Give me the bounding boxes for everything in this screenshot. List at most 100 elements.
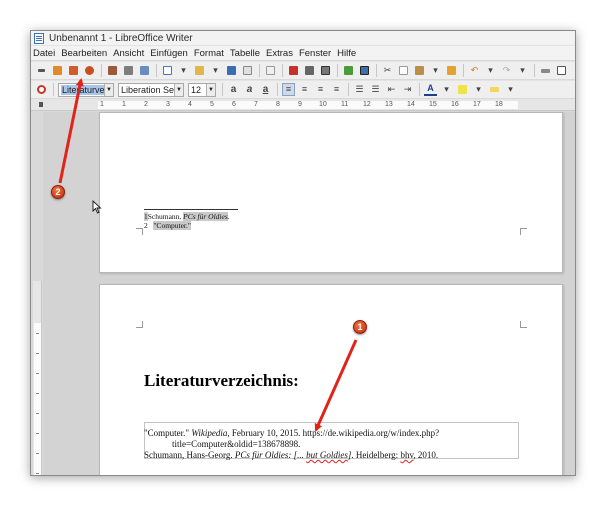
ruler-number: 2: [144, 101, 148, 108]
ruler-number: 7: [254, 101, 258, 108]
edit-mode-icon[interactable]: [264, 64, 277, 77]
extension-icon-c[interactable]: [138, 64, 151, 77]
auto-spellcheck-icon[interactable]: [358, 64, 371, 77]
chevron-down-icon[interactable]: ▼: [206, 83, 215, 96]
menu-extras[interactable]: Extras: [266, 48, 293, 59]
menu-ansicht[interactable]: Ansicht: [113, 48, 144, 59]
insert-bibliography-icon[interactable]: [83, 64, 96, 77]
bullets-icon[interactable]: ☰: [369, 83, 382, 96]
chevron-down-icon[interactable]: ▾: [504, 83, 517, 96]
ruler-tick: [36, 373, 39, 374]
menu-bar: Datei Bearbeiten Ansicht Einfügen Format…: [31, 46, 575, 60]
entry-1-url: , February 10, 2015. https://de.wikipedi…: [227, 428, 440, 438]
italic-icon[interactable]: a: [243, 83, 256, 96]
ruler-number: 16: [451, 101, 459, 108]
align-left-icon[interactable]: ≡: [282, 83, 295, 96]
increase-indent-icon[interactable]: ⇥: [401, 83, 414, 96]
insert-citation-icon[interactable]: [67, 64, 80, 77]
vertical-ruler[interactable]: [33, 281, 42, 475]
formatting-toolbar: Literaturverze ▼ Liberation Serif ▼ 12 ▼…: [31, 80, 575, 98]
font-size-select[interactable]: 12 ▼: [188, 82, 216, 97]
styles-icon[interactable]: [35, 83, 48, 96]
undo-icon[interactable]: ↶: [468, 64, 481, 77]
footnote-2[interactable]: 2 "Computer.": [144, 221, 191, 230]
new-document-icon[interactable]: [161, 64, 174, 77]
entry-2-place: . Heidelberg:: [351, 450, 401, 460]
spelling-icon[interactable]: [342, 64, 355, 77]
document-page-2[interactable]: Literaturverzeichnis: "Computer." Wikipe…: [99, 284, 563, 475]
email-icon[interactable]: [241, 64, 254, 77]
menu-einfuegen[interactable]: Einfügen: [150, 48, 188, 59]
ruler-number: 1: [122, 101, 126, 108]
hyperlink-icon[interactable]: [539, 64, 552, 77]
font-name-select[interactable]: Liberation Serif ▼: [118, 82, 184, 97]
open-folder-icon[interactable]: [193, 64, 206, 77]
ruler-number: 13: [385, 101, 393, 108]
ruler-number: 10: [319, 101, 327, 108]
chevron-down-icon[interactable]: ▾: [571, 64, 575, 77]
font-size-value: 12: [191, 84, 202, 95]
font-color-icon[interactable]: A: [424, 83, 437, 96]
highlighting-icon[interactable]: [456, 83, 469, 96]
chevron-down-icon[interactable]: ▾: [516, 64, 529, 77]
toolbar-separator: [376, 64, 377, 77]
chevron-down-icon[interactable]: ▾: [440, 83, 453, 96]
chevron-down-icon[interactable]: ▾: [472, 83, 485, 96]
ruler-number: 8: [276, 101, 280, 108]
clone-formatting-icon[interactable]: [445, 64, 458, 77]
document-page-1[interactable]: 1Schumann, PCs für Oldies. 2 "Computer.": [99, 112, 563, 273]
insert-table-icon[interactable]: [555, 64, 568, 77]
tab-type-icon[interactable]: [39, 102, 43, 107]
menu-format[interactable]: Format: [194, 48, 224, 59]
chevron-down-icon[interactable]: ▼: [174, 83, 183, 96]
toolbar-separator: [222, 83, 223, 96]
entry-1-title: "Computer.": [144, 428, 192, 438]
insert-endnote-icon[interactable]: [51, 64, 64, 77]
menu-tabelle[interactable]: Tabelle: [230, 48, 260, 59]
save-icon[interactable]: [225, 64, 238, 77]
footnote-1[interactable]: 1Schumann, PCs für Oldies.: [144, 212, 230, 221]
chevron-down-icon[interactable]: ▾: [177, 64, 190, 77]
extension-icon-a[interactable]: [106, 64, 119, 77]
toolbar-separator: [419, 83, 420, 96]
insert-footnote-icon[interactable]: [35, 64, 48, 77]
align-center-icon[interactable]: ≡: [298, 83, 311, 96]
horizontal-ruler[interactable]: 1 1 2 3 4 5 6 7 8 9 10 11 12 13 14 15 16…: [31, 99, 575, 111]
bold-icon[interactable]: a: [227, 83, 240, 96]
document-workspace[interactable]: 1Schumann, PCs für Oldies. 2 "Computer."…: [43, 112, 575, 475]
chevron-down-icon[interactable]: ▾: [209, 64, 222, 77]
print-preview-icon[interactable]: [319, 64, 332, 77]
entry-2-year: , 2010.: [413, 450, 439, 460]
ruler-number: 14: [407, 101, 415, 108]
toolbar-separator: [282, 64, 283, 77]
entry-2-author: Schumann, Hans-Georg.: [144, 450, 235, 460]
justify-icon[interactable]: ≡: [330, 83, 343, 96]
export-pdf-icon[interactable]: [287, 64, 300, 77]
ruler-tick: [36, 333, 39, 334]
extension-icon-b[interactable]: [122, 64, 135, 77]
align-right-icon[interactable]: ≡: [314, 83, 327, 96]
footnote-1-author: Schumann,: [147, 212, 184, 221]
copy-icon[interactable]: [397, 64, 410, 77]
paste-icon[interactable]: [413, 64, 426, 77]
menu-hilfe[interactable]: Hilfe: [337, 48, 356, 59]
underline-icon[interactable]: a: [259, 83, 272, 96]
libreoffice-writer-window: Unbenannt 1 - LibreOffice Writer Datei B…: [30, 30, 576, 476]
redo-icon[interactable]: ↷: [500, 64, 513, 77]
print-icon[interactable]: [303, 64, 316, 77]
menu-fenster[interactable]: Fenster: [299, 48, 331, 59]
menu-bearbeiten[interactable]: Bearbeiten: [61, 48, 107, 59]
chevron-down-icon[interactable]: ▾: [484, 64, 497, 77]
bibliography-entry-1[interactable]: "Computer." Wikipedia, February 10, 2015…: [144, 428, 439, 438]
chevron-down-icon[interactable]: ▾: [429, 64, 442, 77]
chevron-down-icon[interactable]: ▼: [104, 83, 113, 96]
background-color-icon[interactable]: [488, 83, 501, 96]
bibliography-entry-2[interactable]: Schumann, Hans-Georg. PCs für Oldies: [.…: [144, 450, 438, 460]
numbering-icon[interactable]: ☰: [353, 83, 366, 96]
paragraph-style-select[interactable]: Literaturverze ▼: [58, 82, 114, 97]
decrease-indent-icon[interactable]: ⇤: [385, 83, 398, 96]
writer-app-icon: [34, 32, 44, 44]
entry-1-source: Wikipedia: [191, 428, 228, 438]
cut-icon[interactable]: ✂: [381, 64, 394, 77]
menu-datei[interactable]: Datei: [33, 48, 55, 59]
